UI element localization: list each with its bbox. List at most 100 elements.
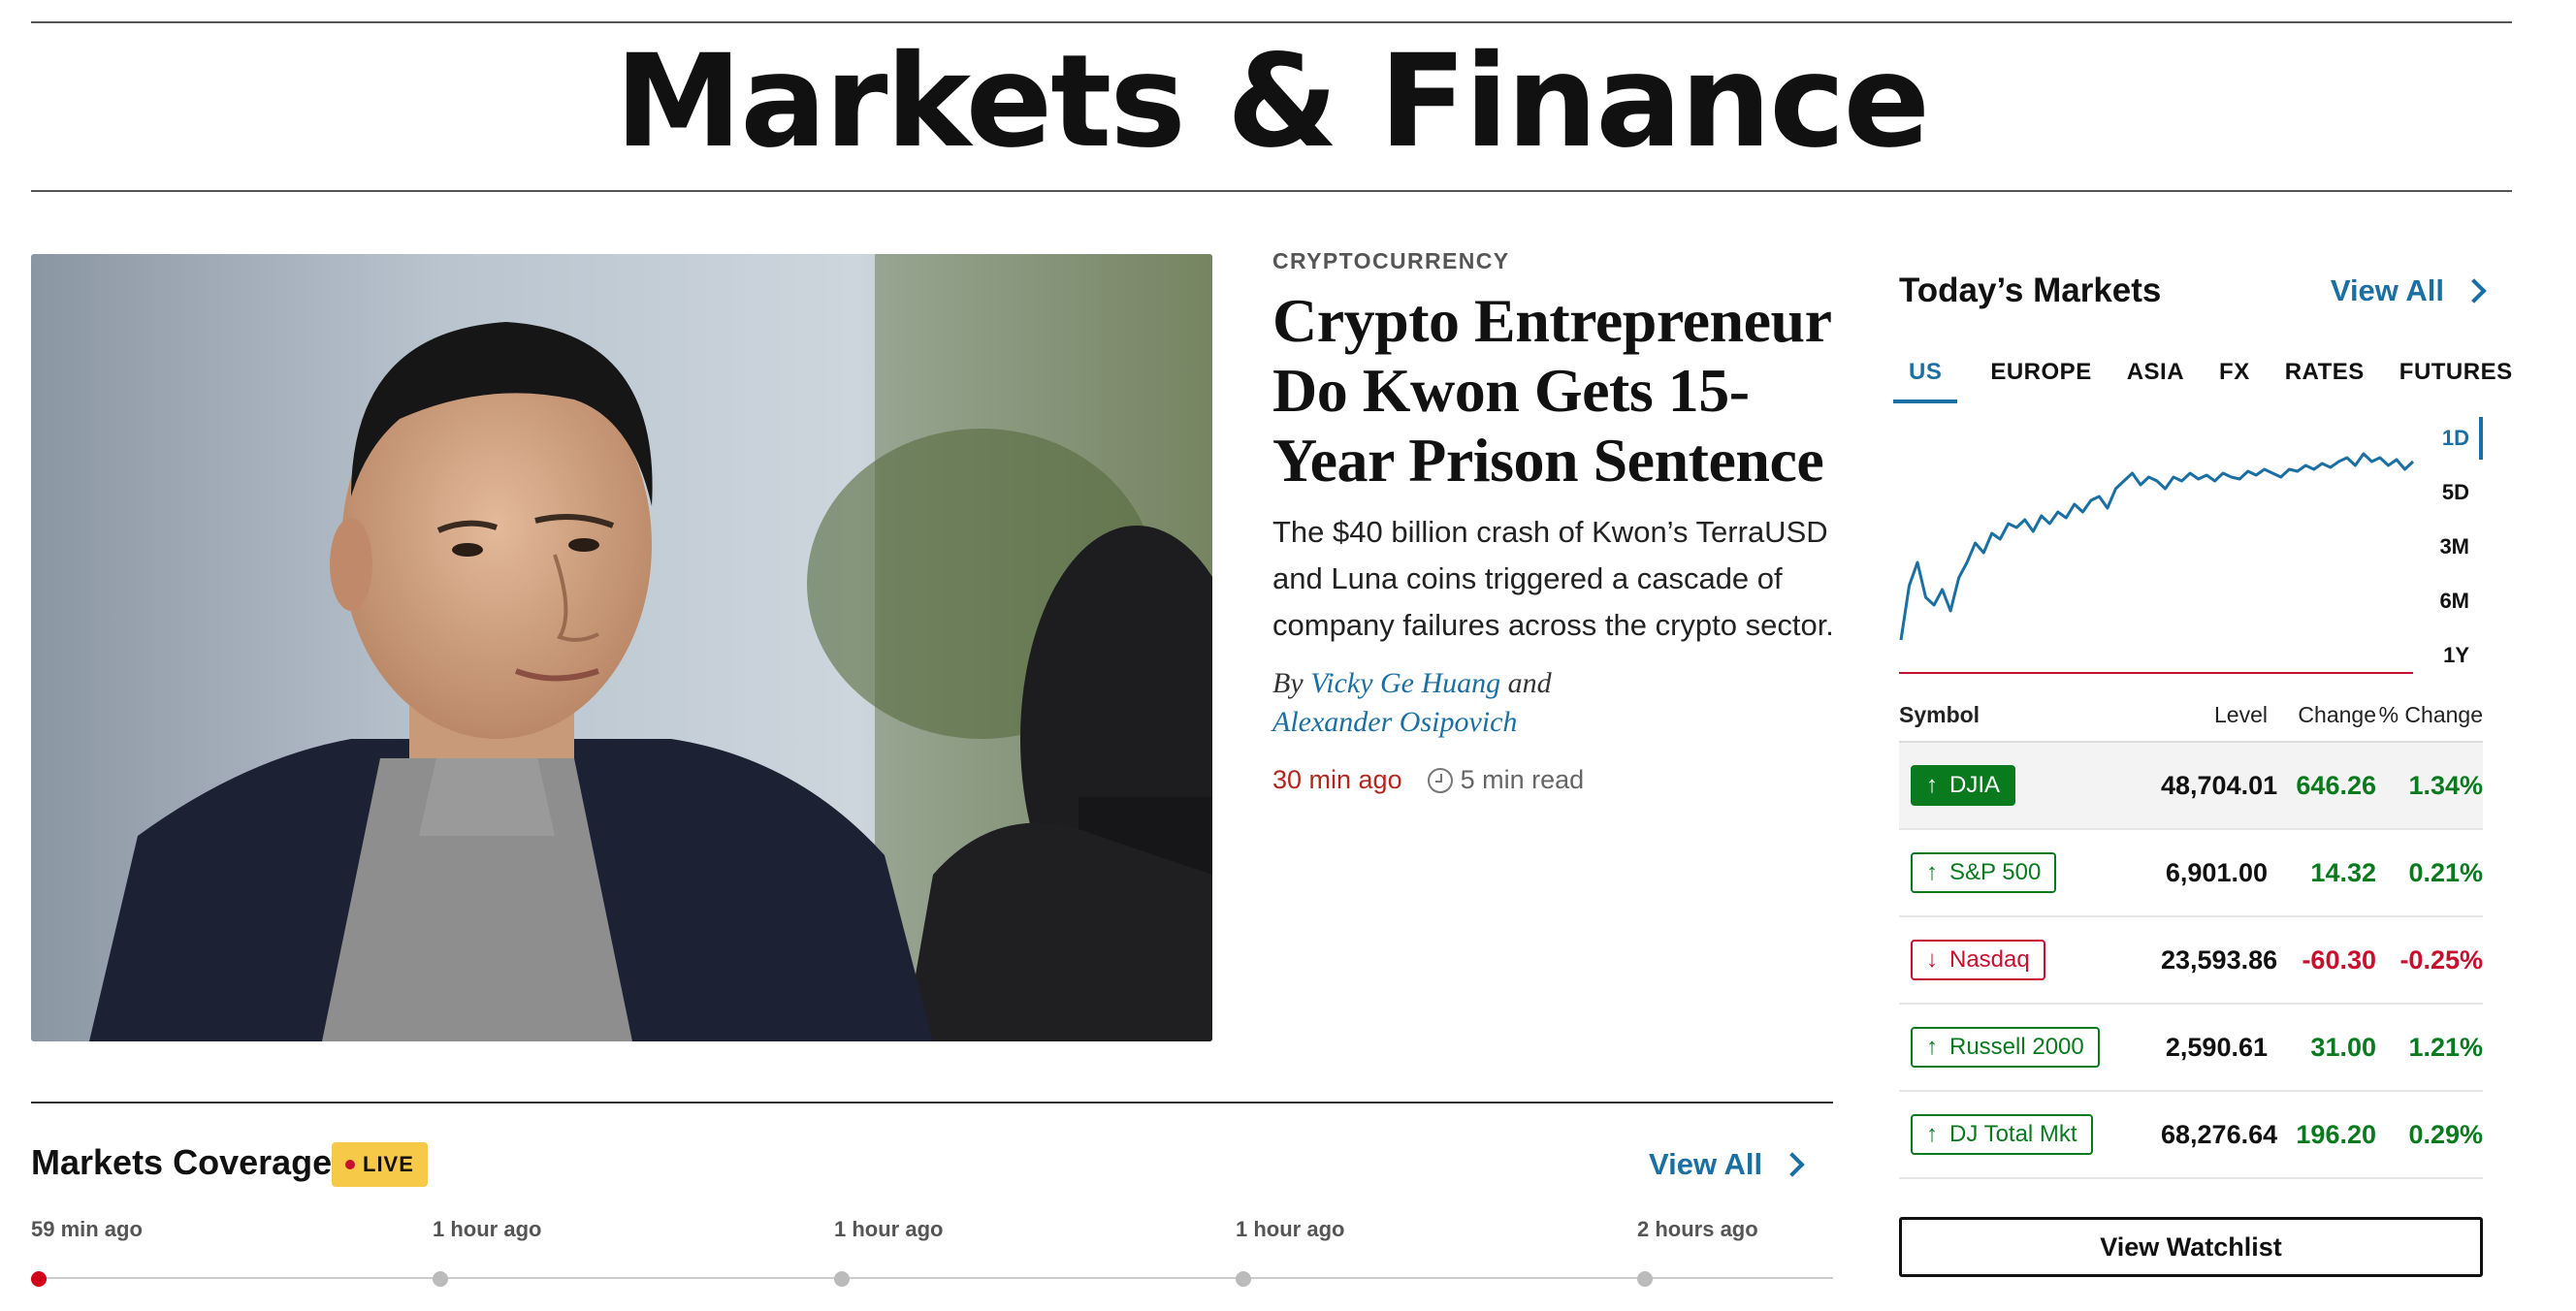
tab-futures[interactable]: FUTURES bbox=[2398, 359, 2515, 403]
symbol-name: Russell 2000 bbox=[1949, 1034, 2084, 1060]
timeline-item[interactable]: 59 min ago bbox=[31, 1217, 143, 1287]
author-link-2[interactable]: Alexander Osipovich bbox=[1272, 706, 1517, 738]
story-headline[interactable]: Crypto Entrepreneur Do Kwon Gets 15-Year… bbox=[1272, 286, 1845, 496]
markets-table-header: Symbol Level Change % Change bbox=[1899, 688, 2483, 743]
col-symbol: Symbol bbox=[1899, 701, 1980, 727]
markets-title: Today’s Markets bbox=[1899, 272, 2162, 309]
arrow-up-icon: ↑ bbox=[1926, 1034, 1938, 1060]
timeline-time: 59 min ago bbox=[31, 1217, 143, 1241]
markets-chart bbox=[1899, 411, 2423, 675]
chart-range-selector: 1D 5D 3M 6M 1Y bbox=[2432, 411, 2483, 683]
timeline-item[interactable]: 1 hour ago bbox=[834, 1217, 944, 1287]
markets-region-tabs: US EUROPE ASIA FX RATES FUTURES bbox=[1893, 359, 2546, 403]
col-level: Level bbox=[2214, 701, 2268, 727]
table-row[interactable]: ↑ S&P 500 6,901.00 14.32 0.21% bbox=[1899, 830, 2483, 917]
live-dot-icon bbox=[345, 1160, 355, 1169]
byline-prefix: By bbox=[1272, 667, 1304, 699]
timeline-time: 1 hour ago bbox=[834, 1217, 944, 1241]
tab-fx[interactable]: FX bbox=[2217, 359, 2252, 403]
pct-change-cell: 1.21% bbox=[2408, 1032, 2483, 1062]
live-label: LIVE bbox=[363, 1152, 414, 1176]
story-summary: The $40 billion crash of Kwon’s TerraUSD… bbox=[1272, 515, 1834, 642]
range-6m[interactable]: 6M bbox=[2432, 574, 2483, 628]
byline-join: and bbox=[1507, 667, 1552, 699]
header-top-rule bbox=[31, 21, 2512, 23]
level-cell: 23,593.86 bbox=[2161, 944, 2278, 975]
symbol-badge[interactable]: ↑ DJIA bbox=[1911, 765, 2016, 806]
timeline-item[interactable]: 1 hour ago bbox=[1236, 1217, 1345, 1287]
symbol-badge[interactable]: ↑ S&P 500 bbox=[1911, 852, 2057, 893]
symbol-badge[interactable]: ↑ Russell 2000 bbox=[1911, 1027, 2100, 1068]
symbol-badge[interactable]: ↓ Nasdaq bbox=[1911, 940, 2045, 980]
tab-us[interactable]: US bbox=[1893, 359, 1958, 403]
coverage-view-all-link[interactable]: View All bbox=[1649, 1147, 1805, 1182]
change-cell: 646.26 bbox=[2296, 770, 2376, 800]
header-bottom-rule bbox=[31, 190, 2512, 192]
change-cell: 196.20 bbox=[2296, 1119, 2376, 1149]
range-1y[interactable]: 1Y bbox=[2432, 628, 2483, 683]
hero-photo[interactable] bbox=[31, 254, 1212, 1041]
table-row[interactable]: ↓ Nasdaq 23,593.86 -60.30 -0.25% bbox=[1899, 917, 2483, 1005]
tab-europe[interactable]: EUROPE bbox=[1988, 359, 2093, 403]
hero-photo-illustration bbox=[31, 254, 1212, 1041]
coverage-view-all-label: View All bbox=[1649, 1147, 1763, 1181]
level-cell: 68,276.64 bbox=[2161, 1119, 2278, 1149]
pct-change-cell: 0.21% bbox=[2408, 857, 2483, 887]
col-change: Change bbox=[2298, 701, 2376, 727]
coverage-title[interactable]: Markets Coverage bbox=[31, 1142, 332, 1183]
story-byline: By Vicky Ge Huang and Alexander Osipovic… bbox=[1272, 664, 1845, 742]
timeline-time: 2 hours ago bbox=[1637, 1217, 1758, 1241]
markets-view-all-label: View All bbox=[2330, 273, 2444, 307]
symbol-name: DJ Total Mkt bbox=[1949, 1121, 2077, 1147]
chart-series-line bbox=[1899, 452, 2415, 641]
timeline-line bbox=[39, 1277, 1833, 1279]
timeline-time: 1 hour ago bbox=[433, 1217, 542, 1241]
symbol-name: Nasdaq bbox=[1949, 946, 2030, 973]
symbol-badge[interactable]: ↑ DJ Total Mkt bbox=[1911, 1114, 2093, 1155]
timeline-dot bbox=[1637, 1271, 1653, 1287]
symbol-cell: ↑ DJIA bbox=[1899, 765, 2161, 806]
chevron-right-icon bbox=[1780, 1152, 1805, 1177]
arrow-up-icon: ↑ bbox=[1926, 859, 1938, 885]
author-link-1[interactable]: Vicky Ge Huang bbox=[1310, 667, 1500, 699]
coverage-timeline: 59 min ago 1 hour ago 1 hour ago 1 hour … bbox=[31, 1217, 1833, 1304]
symbol-cell: ↑ S&P 500 bbox=[1899, 852, 2161, 893]
markets-line-chart bbox=[1899, 452, 2415, 674]
lead-story: CRYPTOCURRENCY Crypto Entrepreneur Do Kw… bbox=[1272, 248, 1845, 795]
story-kicker[interactable]: CRYPTOCURRENCY bbox=[1272, 248, 1845, 274]
timeline-time: 1 hour ago bbox=[1236, 1217, 1345, 1241]
range-3m[interactable]: 3M bbox=[2432, 520, 2483, 574]
symbol-name: S&P 500 bbox=[1949, 859, 2042, 885]
symbol-cell: ↑ DJ Total Mkt bbox=[1899, 1114, 2161, 1155]
change-cell: -60.30 bbox=[2302, 944, 2376, 975]
timeline-item[interactable]: 2 hours ago bbox=[1637, 1217, 1758, 1287]
arrow-down-icon: ↓ bbox=[1926, 946, 1938, 973]
markets-table: Symbol Level Change % Change ↑ DJIA 48,70… bbox=[1899, 688, 2483, 1179]
change-cell: 14.32 bbox=[2310, 857, 2376, 887]
symbol-cell: ↑ Russell 2000 bbox=[1899, 1027, 2161, 1068]
range-5d[interactable]: 5D bbox=[2432, 465, 2483, 520]
range-1d[interactable]: 1D bbox=[2432, 411, 2483, 465]
markets-view-all-link[interactable]: View All bbox=[2330, 273, 2487, 308]
tab-rates[interactable]: RATES bbox=[2283, 359, 2367, 403]
tab-asia[interactable]: ASIA bbox=[2125, 359, 2186, 403]
arrow-up-icon: ↑ bbox=[1926, 1121, 1938, 1147]
view-watchlist-button[interactable]: View Watchlist bbox=[1899, 1217, 2483, 1277]
table-row[interactable]: ↑ DJIA 48,704.01 646.26 1.34% bbox=[1899, 743, 2483, 830]
table-row[interactable]: ↑ DJ Total Mkt 68,276.64 196.20 0.29% bbox=[1899, 1092, 2483, 1179]
live-badge: LIVE bbox=[332, 1142, 428, 1187]
level-cell: 2,590.61 bbox=[2165, 1032, 2268, 1062]
timeline-dot bbox=[31, 1271, 47, 1287]
level-cell: 48,704.01 bbox=[2161, 770, 2278, 800]
col-pct-change: % Change bbox=[2378, 701, 2483, 727]
timeline-dot bbox=[834, 1271, 850, 1287]
coverage-top-rule bbox=[31, 1102, 1833, 1103]
clock-icon bbox=[1427, 767, 1453, 793]
timeline-dot bbox=[433, 1271, 448, 1287]
read-time: 5 min read bbox=[1460, 765, 1585, 794]
table-row[interactable]: ↑ Russell 2000 2,590.61 31.00 1.21% bbox=[1899, 1005, 2483, 1092]
timeline-dot bbox=[1236, 1271, 1251, 1287]
arrow-up-icon: ↑ bbox=[1926, 772, 1938, 798]
timeline-item[interactable]: 1 hour ago bbox=[433, 1217, 542, 1287]
pct-change-cell: 1.34% bbox=[2408, 770, 2483, 800]
